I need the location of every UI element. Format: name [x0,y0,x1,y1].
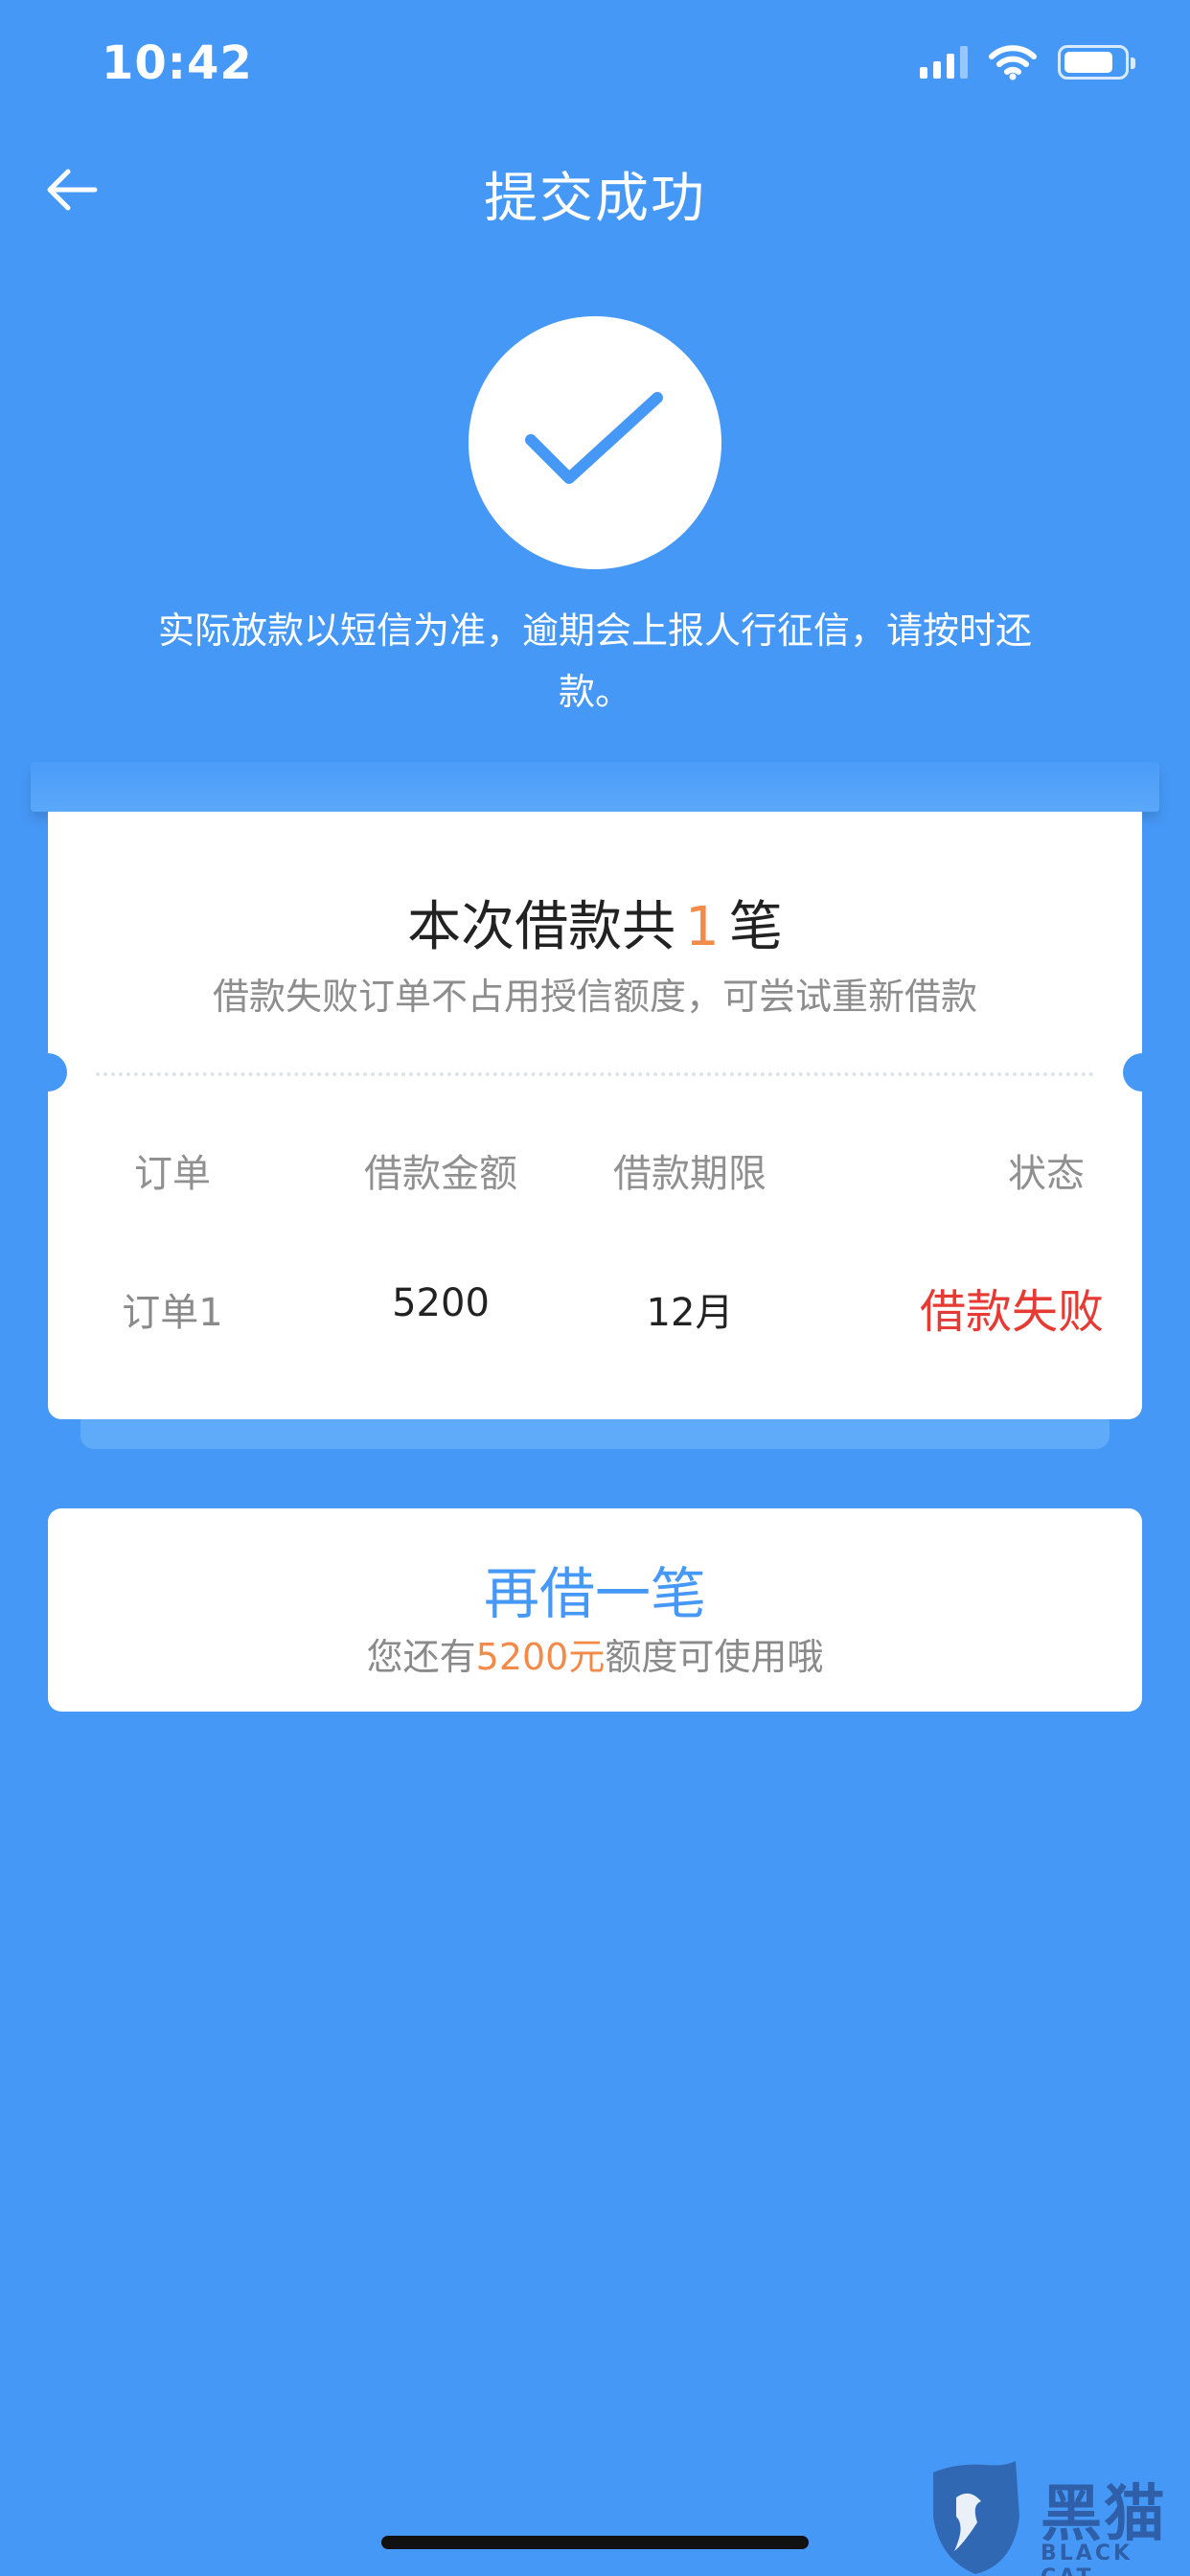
cell-term: 12月 [646,1291,734,1335]
credit-prefix: 您还有 [366,1636,476,1678]
loan-count-prefix: 本次借款共 [407,896,676,958]
cellular-signal-icon [920,46,968,79]
cell-order: 订单1 [122,1291,223,1335]
screen: 10:42 提交成功 实际放款以短信为准，逾期会上报人行征信，请按时还款。 本次… [0,0,1190,2576]
page-title: 提交成功 [484,168,706,230]
borrow-again-button[interactable]: 再借一笔 您还有5200元额度可使用哦 [48,1508,1142,1712]
cell-status: 借款失败 [919,1285,1104,1339]
header-order: 订单 [134,1152,211,1196]
cell-amount: 5200 [392,1281,490,1325]
loan-count-suffix: 笔 [728,896,783,958]
credit-amount: 5200元 [475,1636,606,1678]
checkmark-icon [525,392,663,484]
status-icons [920,44,1135,80]
loan-count-title: 本次借款共 1 笔 [48,884,1142,961]
loan-count: 1 [685,896,720,958]
loan-summary-card: 本次借款共 1 笔 借款失败订单不占用授信额度，可尝试重新借款 订单 借款金额 借款… [29,812,1161,1419]
ticket-notch-left [29,1053,67,1092]
loan-count-subtitle: 借款失败订单不占用授信额度，可尝试重新借款 [212,976,977,1018]
header-status: 状态 [1008,1152,1085,1196]
repayment-notice: 实际放款以短信为准，逾期会上报人行征信，请按时还款。 [157,610,1032,713]
watermark-cn: 黑猫 [1041,2479,1167,2550]
credit-suffix: 额度可使用哦 [605,1636,824,1678]
ticket-slot [31,762,1159,812]
dotted-divider [96,1072,1094,1076]
header-term: 借款期限 [613,1152,767,1196]
wifi-icon [989,45,1037,80]
status-time: 10:42 [102,36,253,90]
home-indicator[interactable] [381,2536,809,2549]
watermark-en: BLACK CAT [1041,2542,1133,2576]
header-amount: 借款金额 [364,1152,517,1196]
borrow-again-title: 再借一笔 [483,1561,706,1626]
available-credit-text: 您还有5200元额度可使用哦 [48,1627,1142,1680]
ticket-notch-right [1123,1053,1161,1092]
success-badge [469,316,721,569]
battery-icon [1058,45,1135,80]
